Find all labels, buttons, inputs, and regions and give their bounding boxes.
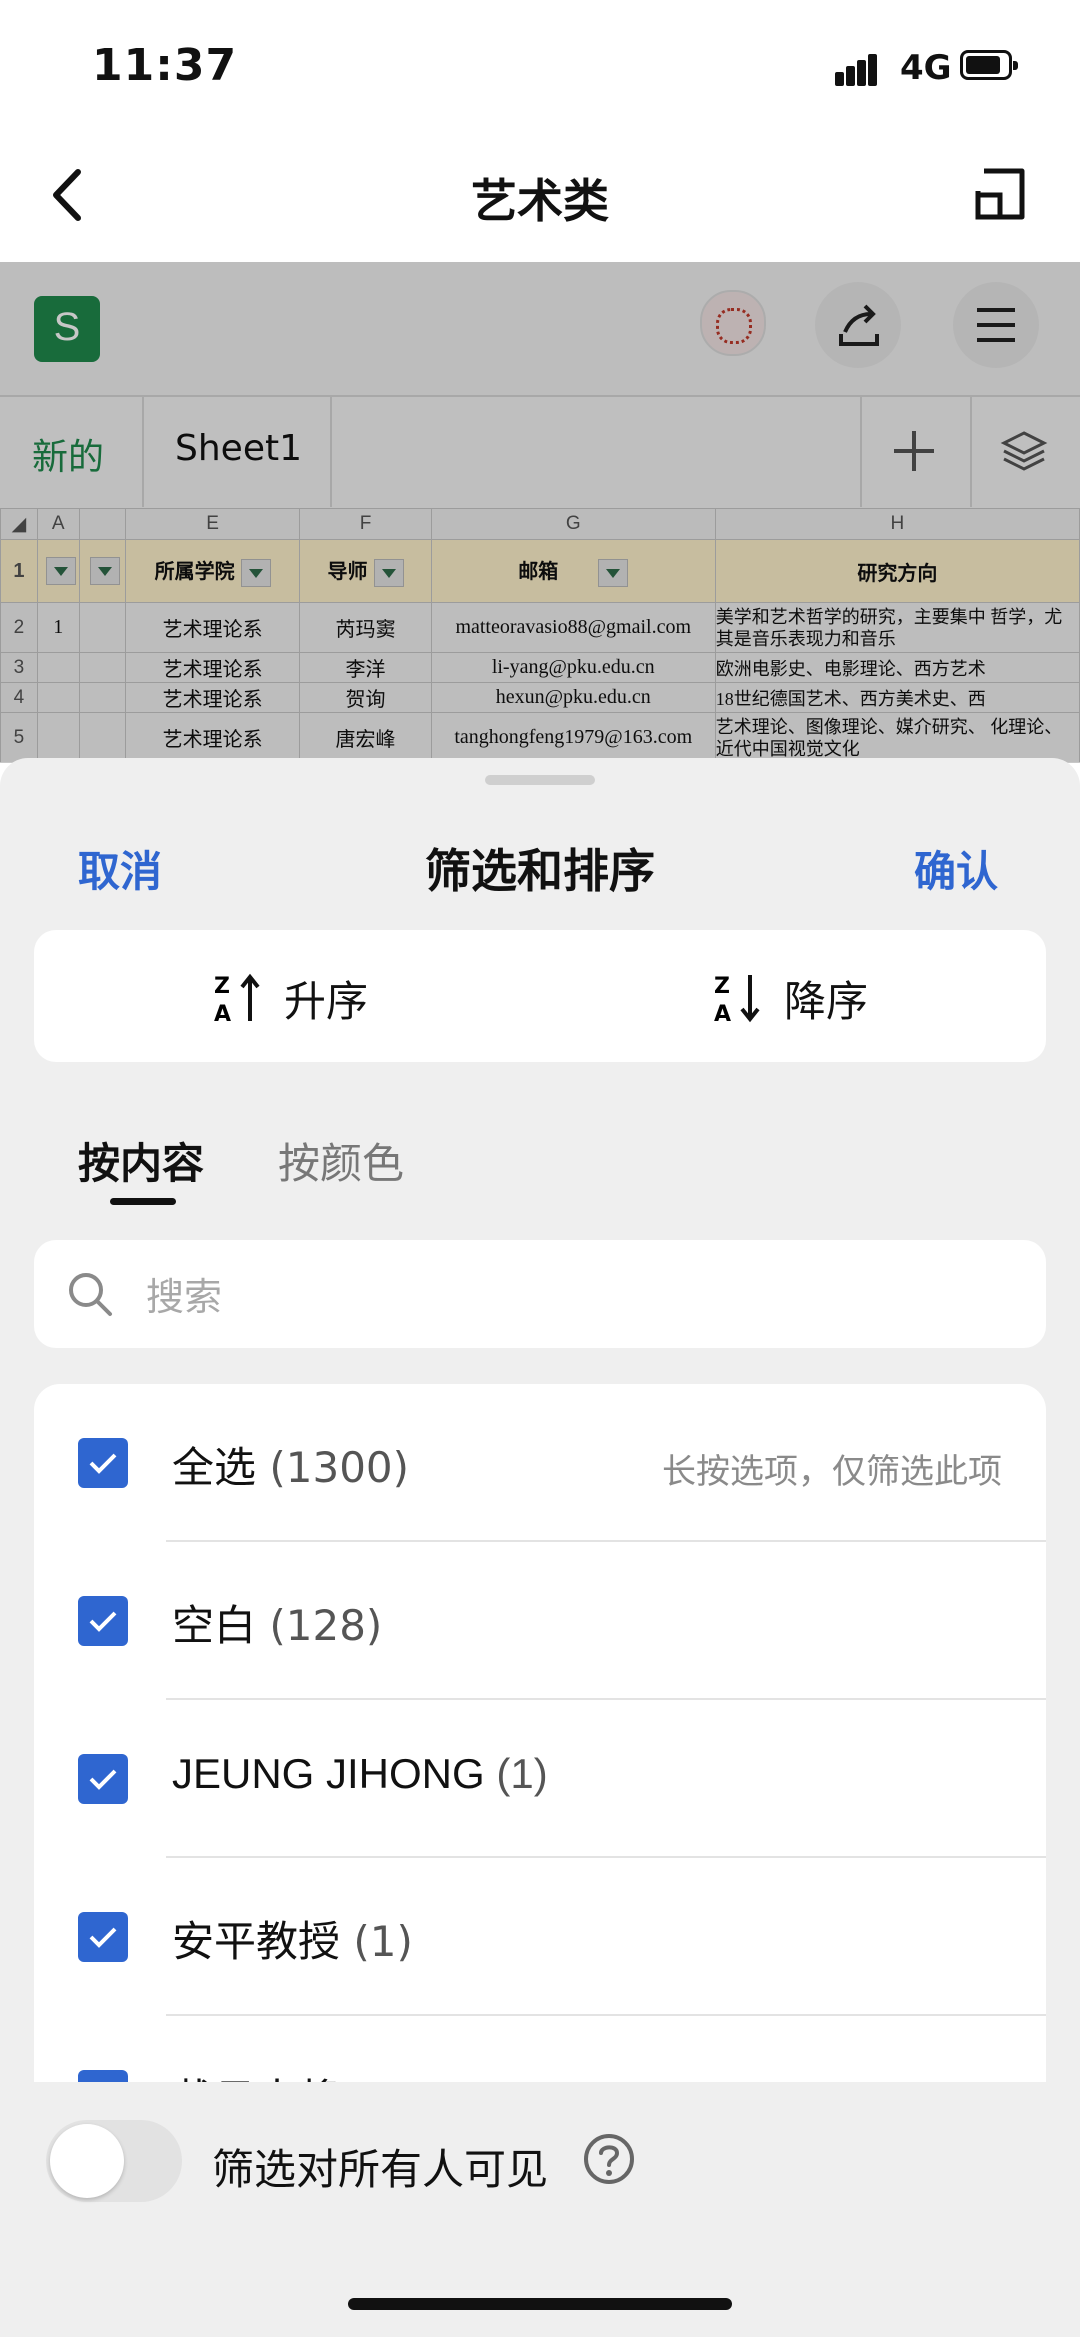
tab-by-content[interactable]: 按内容 xyxy=(78,1130,204,1191)
search-input[interactable] xyxy=(144,1270,1008,1324)
visibility-toggle[interactable] xyxy=(46,2120,182,2202)
sort-card xyxy=(34,930,1046,1062)
list-item[interactable]: 空白 (128) xyxy=(34,1542,1046,1700)
checkbox[interactable] xyxy=(78,1438,128,1488)
sort-descending-label: 降序 xyxy=(784,976,869,1026)
page-title: 艺术类 xyxy=(471,174,609,228)
long-press-hint: 长按选项，仅筛选此项 xyxy=(662,1452,1002,1492)
list-item[interactable]: JEUNG JIHONG (1) xyxy=(34,1700,1046,1858)
toggle-knob xyxy=(50,2124,124,2198)
sort-ascending-label: 升序 xyxy=(284,976,369,1026)
battery-icon xyxy=(960,50,1018,80)
network-type: 4G xyxy=(900,48,952,88)
search-icon xyxy=(64,1268,116,1320)
cellular-signal-icon xyxy=(835,52,887,86)
list-item-select-all[interactable]: 全选 (1300) 长按选项，仅筛选此项 xyxy=(34,1384,1046,1542)
status-time: 11:37 xyxy=(92,40,238,91)
list-item[interactable]: 戴日大将 (1) xyxy=(34,2016,1046,2084)
svg-text:Z: Z xyxy=(714,974,730,999)
sort-ascending-button[interactable]: Z A 升序 xyxy=(212,965,368,1031)
filter-value-list: 全选 (1300) 长按选项，仅筛选此项 空白 (128) JEUNG JIHO… xyxy=(34,1384,1046,2084)
list-item[interactable]: 安平教授 (1) xyxy=(34,1858,1046,2016)
sort-descending-button[interactable]: Z A 降序 xyxy=(712,965,868,1031)
sheet-grabber[interactable] xyxy=(485,775,595,785)
svg-text:A: A xyxy=(214,1002,231,1025)
visibility-label: 筛选对所有人可见 xyxy=(212,2145,549,2194)
help-icon[interactable] xyxy=(582,2132,636,2186)
home-indicator xyxy=(348,2298,732,2310)
sort-descending-icon: Z A xyxy=(714,974,760,1025)
active-tab-indicator xyxy=(110,1198,176,1205)
sort-ascending-icon: Z A xyxy=(214,973,260,1025)
checkbox[interactable] xyxy=(78,1912,128,1962)
floating-window-icon[interactable] xyxy=(970,165,1030,225)
checkbox[interactable] xyxy=(78,1754,128,1804)
tab-by-color[interactable]: 按颜色 xyxy=(278,1130,404,1191)
svg-text:A: A xyxy=(714,1002,731,1025)
dim-overlay[interactable] xyxy=(0,262,1080,762)
checkbox[interactable] xyxy=(78,1596,128,1646)
svg-text:Z: Z xyxy=(214,974,230,999)
cancel-button[interactable]: 取消 xyxy=(78,838,162,899)
confirm-button[interactable]: 确认 xyxy=(914,838,998,899)
